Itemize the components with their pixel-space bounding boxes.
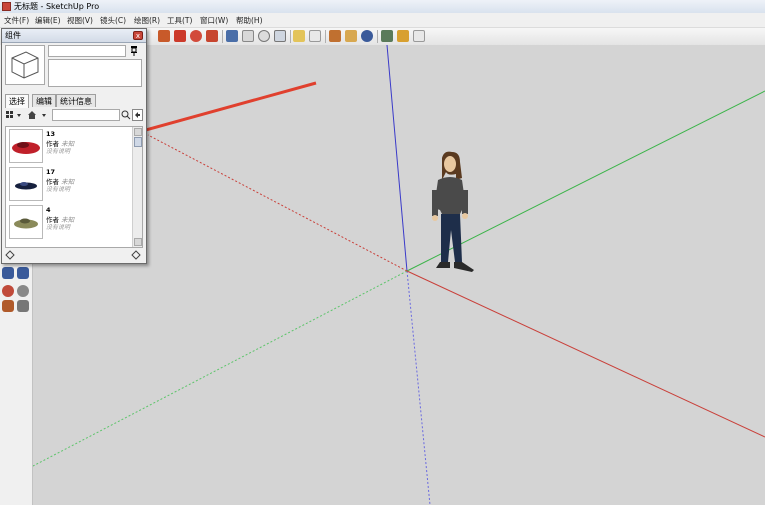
blue-axis-positive xyxy=(386,45,408,272)
zoom-icon[interactable] xyxy=(258,30,270,42)
red-car-thumbnail xyxy=(9,129,43,163)
menu-edit[interactable]: 编辑(E) xyxy=(35,15,61,26)
components-panel[interactable]: 组件 x 选择 编辑 统计信息 13 作者 未知 没有说明 17 作者 未知 没… xyxy=(1,28,147,264)
menu-view[interactable]: 视图(V) xyxy=(67,15,93,26)
text-icon[interactable] xyxy=(309,30,321,42)
menu-camera[interactable]: 镜头(C) xyxy=(100,15,126,26)
green-axis-negative xyxy=(33,270,408,467)
panel-nav-row xyxy=(5,109,143,121)
sketchup-app-icon xyxy=(2,2,11,11)
red-axis-positive xyxy=(406,270,765,438)
component-preview xyxy=(5,45,45,85)
components-icon[interactable] xyxy=(381,30,393,42)
followme-icon[interactable] xyxy=(206,30,218,42)
component-list[interactable]: 13 作者 未知 没有说明 17 作者 未知 没有说明 4 作者 未知 没有说明 xyxy=(5,126,143,248)
panel-bottom-bar xyxy=(5,250,143,260)
item-name: 17 xyxy=(46,168,56,176)
menu-tools[interactable]: 工具(T) xyxy=(167,15,192,26)
pin-icon[interactable] xyxy=(130,46,138,56)
pan-icon[interactable] xyxy=(17,267,29,279)
menu-window[interactable]: 窗口(W) xyxy=(200,15,228,26)
section-plane-icon[interactable] xyxy=(17,300,29,312)
tab-select[interactable]: 选择 xyxy=(5,94,29,108)
olive-car-thumbnail xyxy=(9,205,43,239)
scroll-down-icon[interactable] xyxy=(134,238,142,246)
panel-title-bar[interactable]: 组件 x xyxy=(2,29,146,43)
item-description: 没有说明 xyxy=(46,148,71,155)
list-scrollbar[interactable] xyxy=(132,127,142,247)
tab-statistics[interactable]: 统计信息 xyxy=(56,94,96,107)
pan-icon[interactable] xyxy=(242,30,254,42)
panel-title: 组件 xyxy=(5,31,21,40)
red-axis-negative xyxy=(147,134,408,272)
menu-bar: 文件(F) 编辑(E) 视图(V) 镜头(C) 绘图(R) 工具(T) 窗口(W… xyxy=(0,13,765,28)
menu-draw[interactable]: 绘图(R) xyxy=(134,15,160,26)
scroll-up-icon[interactable] xyxy=(134,128,142,136)
title-bar: 无标题 - SketchUp Pro xyxy=(0,0,765,13)
warehouse-icon[interactable] xyxy=(397,30,409,42)
details-arrow-icon[interactable] xyxy=(132,109,143,121)
view-options-icon[interactable] xyxy=(5,110,23,120)
close-icon[interactable]: x xyxy=(133,31,143,40)
tab-edit[interactable]: 编辑 xyxy=(32,94,56,107)
menu-file[interactable]: 文件(F) xyxy=(4,15,29,26)
orbit-icon[interactable] xyxy=(2,267,14,279)
pushpull-icon[interactable] xyxy=(158,30,170,42)
orbit-icon[interactable] xyxy=(226,30,238,42)
zoom-extents-icon[interactable] xyxy=(274,30,286,42)
walk-icon[interactable] xyxy=(329,30,341,42)
collapse-icon[interactable] xyxy=(131,250,141,260)
scroll-thumb[interactable] xyxy=(134,137,142,147)
list-item[interactable]: 4 作者 未知 没有说明 xyxy=(8,205,132,241)
home-icon[interactable] xyxy=(27,110,49,120)
lookaround-icon[interactable] xyxy=(17,285,29,297)
component-description-field[interactable] xyxy=(48,59,142,87)
walk-icon[interactable] xyxy=(2,285,14,297)
item-description: 没有说明 xyxy=(46,224,71,231)
tape-icon[interactable] xyxy=(293,30,305,42)
list-item[interactable]: 13 作者 未知 没有说明 xyxy=(8,129,132,165)
item-description: 没有说明 xyxy=(46,186,71,193)
extension-icon[interactable] xyxy=(413,30,425,42)
item-name: 13 xyxy=(46,130,56,138)
item-name: 4 xyxy=(46,206,51,214)
search-icon[interactable] xyxy=(121,110,131,120)
blue-axis-negative xyxy=(406,270,431,505)
menu-help[interactable]: 帮助(H) xyxy=(236,15,263,26)
component-name-field[interactable] xyxy=(48,45,126,57)
list-item[interactable]: 17 作者 未知 没有说明 xyxy=(8,167,132,203)
person-figure[interactable] xyxy=(428,150,478,274)
dark-blue-car-thumbnail xyxy=(9,167,43,201)
lookaround-icon[interactable] xyxy=(345,30,357,42)
search-input[interactable] xyxy=(52,109,120,121)
footprint-icon[interactable] xyxy=(2,300,14,312)
rotate-icon[interactable] xyxy=(190,30,202,42)
position-camera-icon[interactable] xyxy=(361,30,373,42)
expand-icon[interactable] xyxy=(5,250,15,260)
window-title: 无标题 - SketchUp Pro xyxy=(14,2,100,11)
move-icon[interactable] xyxy=(174,30,186,42)
component-box-icon xyxy=(11,51,39,79)
